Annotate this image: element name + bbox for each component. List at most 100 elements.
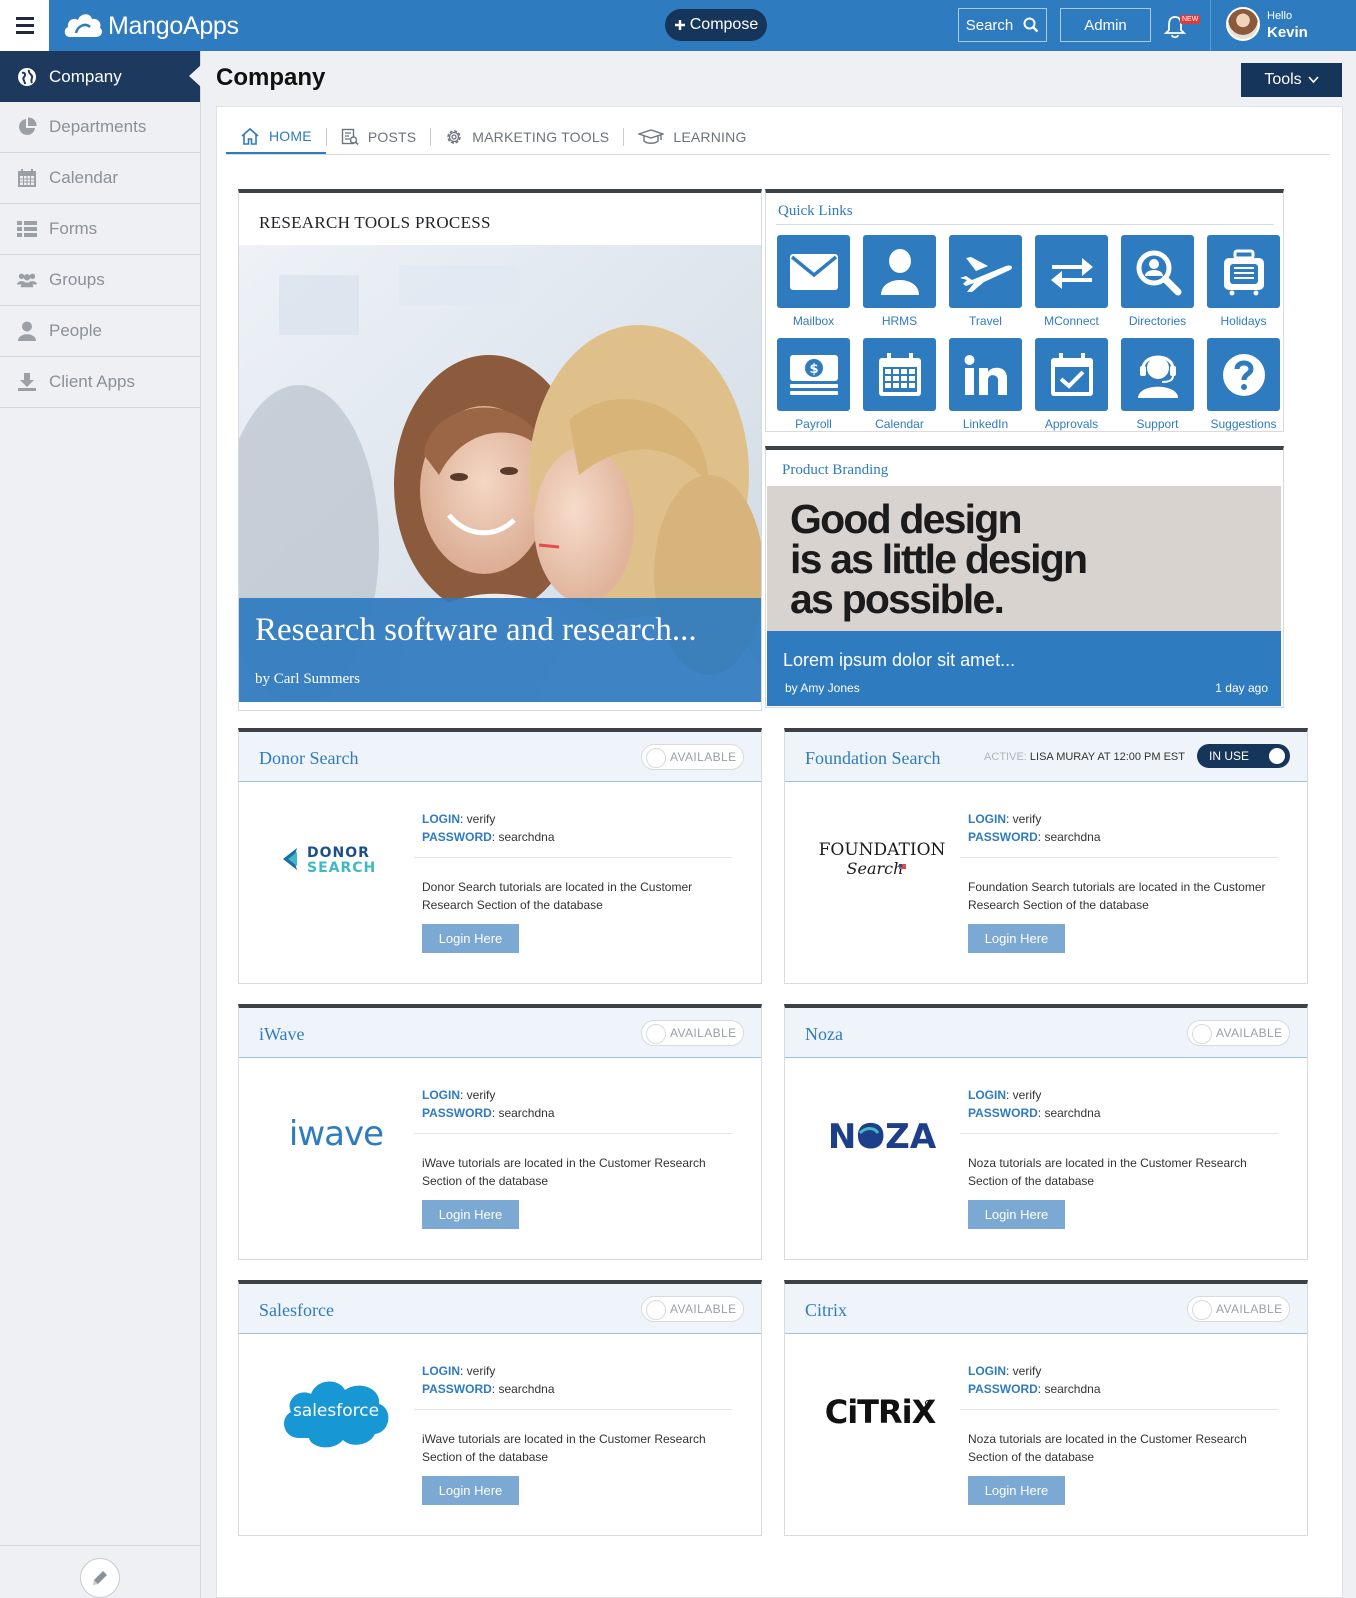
password-value: searchdna [1044,1106,1101,1120]
vendor-credentials: LOGIN: verify PASSWORD: searchdna [968,1086,1101,1122]
sidebar-item-label: Groups [49,270,105,289]
research-caption[interactable]: Research software and research... by Car… [239,598,761,702]
tab-marketing-tools[interactable]: MARKETING TOOLS [431,119,623,154]
admin-button[interactable]: Admin [1060,8,1151,42]
tab-learning[interactable]: LEARNING [624,119,760,154]
divider [960,857,1278,858]
vendor-description: iWave tutorials are located in the Custo… [422,1432,706,1464]
person-icon [17,321,37,341]
login-button[interactable]: Login Here [968,1200,1065,1229]
availability-toggle[interactable]: AVAILABLE [1187,1020,1290,1046]
product-branding-card[interactable]: Product Branding Good design is as littl… [765,446,1284,708]
vendor-description: Foundation Search tutorials are located … [968,880,1266,912]
pencil-icon [93,1571,107,1585]
search-person-icon [1121,235,1194,308]
in-use-toggle[interactable]: IN USE [1197,744,1290,768]
availability-toggle[interactable]: AVAILABLE [641,744,744,770]
login-value: verify [1012,1088,1042,1102]
sidebar-item-calendar[interactable]: Calendar [0,153,200,204]
quick-link-label: Holidays [1220,314,1267,328]
vendor-credentials: LOGIN: verify PASSWORD: searchdna [422,1086,555,1122]
vendor-description: Noza tutorials are located in the Custom… [968,1156,1247,1188]
quick-link-travel[interactable]: Travel [949,235,1022,328]
sidebar-item-forms[interactable]: Forms [0,204,200,255]
login-button[interactable]: Login Here [422,1200,519,1229]
research-headline[interactable]: Research software and research... [255,612,697,649]
research-card[interactable]: RESEARCH TOOLS PROCESS Research software… [238,189,762,711]
quick-link-label: LinkedIn [962,417,1009,431]
page-title: Company [216,64,326,91]
login-button[interactable]: Login Here [968,1476,1065,1505]
divider [0,1545,200,1546]
compose-button[interactable]: Compose [665,9,767,41]
gear-icon [447,129,462,144]
quick-link-mconnect[interactable]: MConnect [1035,235,1108,328]
branding-image[interactable]: Good design is as little design as possi… [767,486,1281,631]
tab-posts[interactable]: POSTS [327,119,430,154]
quick-link-holidays[interactable]: Holidays [1207,235,1280,328]
branding-headline[interactable]: Lorem ipsum dolor sit amet... [783,650,1015,671]
quote-line: Good design [790,496,1023,542]
quick-links-title: Quick Links [778,203,853,219]
sidebar-item-company[interactable]: Company [0,51,201,102]
list-icon [17,219,37,239]
login-button[interactable]: Login Here [422,1476,519,1505]
sidebar-item-people[interactable]: People [0,306,200,357]
quick-link-label: Travel [969,314,1002,328]
logo-text: Search [847,859,904,878]
tools-button[interactable]: Tools [1241,63,1342,97]
quick-link-suggestions[interactable]: Suggestions [1207,338,1280,431]
sidebar-item-groups[interactable]: Groups [0,255,200,306]
vendor-credentials: LOGIN: verify PASSWORD: searchdna [968,810,1101,846]
quick-link-linkedin[interactable]: LinkedIn [949,338,1022,431]
vendor-credentials: LOGIN: verify PASSWORD: searchdna [422,810,555,846]
login-button[interactable]: Login Here [968,924,1065,953]
home-icon [241,127,259,145]
branding-caption[interactable]: Lorem ipsum dolor sit amet... by Amy Jon… [767,631,1281,706]
divider [960,1409,1278,1410]
sidebar-item-client-apps[interactable]: Client Apps [0,357,200,408]
availability-label: AVAILABLE [1216,1302,1283,1316]
calendar-icon [17,168,37,188]
greeting: Hello [1267,10,1293,22]
quick-link-payroll[interactable]: $ Payroll [777,338,850,431]
availability-toggle[interactable]: AVAILABLE [1187,1296,1290,1322]
sidebar: Company Departments Calendar Forms Group… [0,51,201,1598]
logo-text: salesforce [293,1401,379,1421]
password-value: searchdna [498,1382,555,1396]
availability-toggle[interactable]: AVAILABLE [641,1020,744,1046]
quick-link-hrms[interactable]: HRMS [863,235,936,328]
password-value: searchdna [1044,830,1101,844]
login-row: LOGIN: verify [968,812,1042,826]
vendor-card-noza: Noza AVAILABLE NOZA LOGIN: verify PASSWO… [784,1004,1308,1260]
vendor-credentials: LOGIN: verify PASSWORD: searchdna [422,1362,555,1398]
quick-link-calendar[interactable]: Calendar [863,338,936,431]
password-value: searchdna [1044,1382,1101,1396]
vendor-description: Noza tutorials are located in the Custom… [968,1432,1247,1464]
search-button[interactable]: Search [958,8,1047,42]
quick-link-mailbox[interactable]: Mailbox [777,235,850,328]
quick-link-support[interactable]: Support [1121,338,1194,431]
research-photo[interactable]: Research software and research... by Car… [239,245,761,702]
brand-logo[interactable]: MangoApps [62,8,239,44]
sidebar-item-departments[interactable]: Departments [0,102,200,153]
logo-text: iwave [289,1115,383,1154]
quick-link-directories[interactable]: Directories [1121,235,1194,328]
quick-link-approvals[interactable]: Approvals [1035,338,1108,431]
menu-icon[interactable] [0,0,49,51]
user-name[interactable]: Kevin [1267,24,1308,41]
vendor-header: iWave AVAILABLE [239,1008,761,1058]
vendor-name: Salesforce [259,1300,334,1320]
notifications-button[interactable]: NEW [1164,13,1202,39]
avatar[interactable] [1226,7,1260,41]
availability-toggle[interactable]: AVAILABLE [641,1296,744,1322]
tab-home[interactable]: HOME [226,119,326,154]
edit-button[interactable] [80,1558,120,1598]
login-button[interactable]: Login Here [422,924,519,953]
quick-link-label: Calendar [875,417,924,431]
availability-label: AVAILABLE [670,1302,737,1316]
vendor-header: Foundation Search ACTIVE: LISA MURAY AT … [785,732,1307,782]
quick-links-grid: Mailbox HRMS Travel MConnect Directories… [777,235,1283,431]
vendor-card-foundation-search: Foundation Search ACTIVE: LISA MURAY AT … [784,728,1308,984]
sidebar-item-label: Forms [49,219,98,238]
